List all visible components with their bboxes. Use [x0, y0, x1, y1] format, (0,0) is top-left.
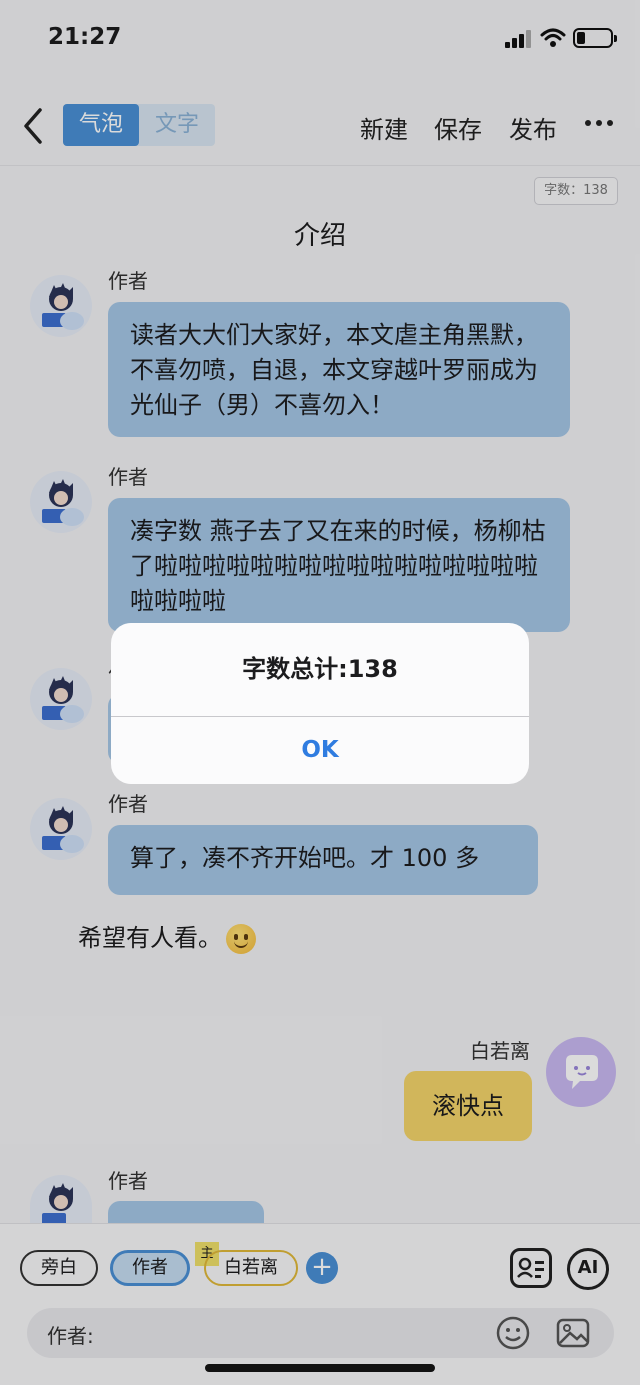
alert-message: 字数总计:138	[111, 623, 529, 717]
word-count-alert: 字数总计:138 OK	[111, 623, 529, 784]
alert-ok-button[interactable]: OK	[111, 717, 529, 784]
home-indicator[interactable]	[205, 1364, 435, 1372]
